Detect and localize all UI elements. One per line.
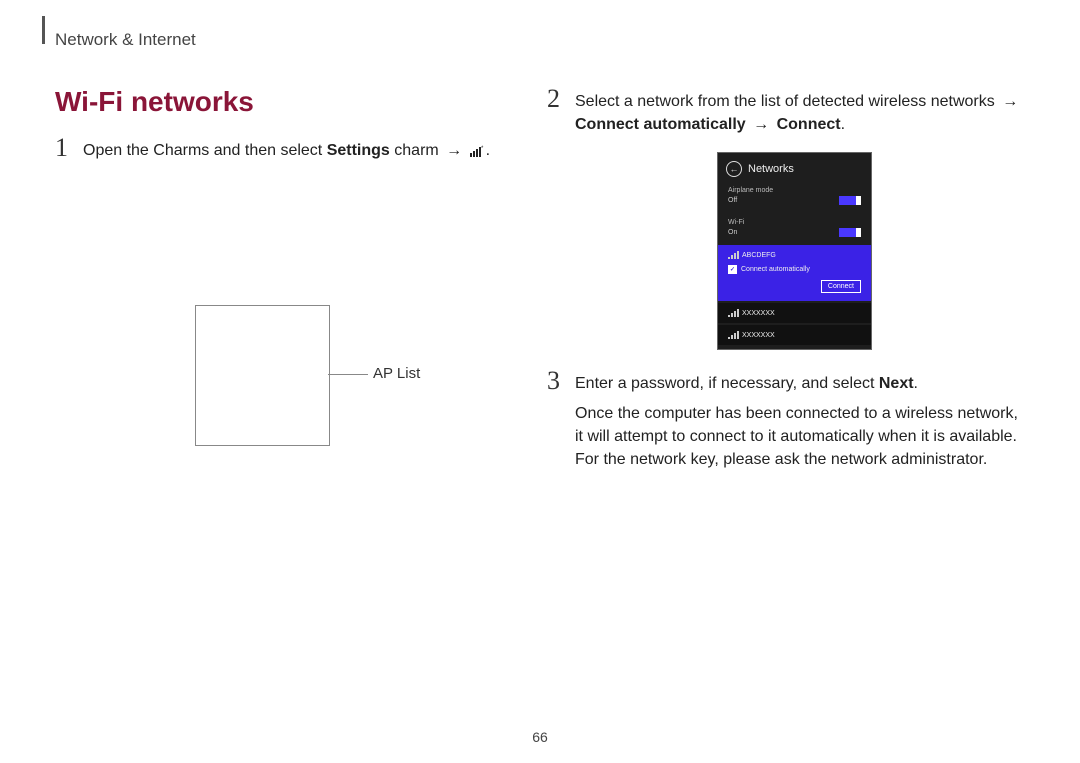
wifi-state: On <box>728 229 737 236</box>
step-number: 3 <box>547 368 575 471</box>
signal-icon <box>728 331 738 339</box>
step-number: 1 <box>55 135 83 164</box>
text: Enter a password, if necessary, and sele… <box>575 375 879 392</box>
networks-panel: ← Networks Airplane mode Off Wi-Fi On <box>717 152 872 350</box>
connect-label: Connect <box>772 116 840 133</box>
wireless-icon: * <box>470 141 486 164</box>
connect-button[interactable]: Connect <box>821 280 861 293</box>
ap-list-box <box>195 305 330 446</box>
network-item[interactable]: XXXXXXX <box>718 325 871 345</box>
back-icon[interactable]: ← <box>726 161 742 177</box>
connect-auto-checkbox[interactable]: ✓ <box>728 265 737 274</box>
networks-panel-title: Networks <box>748 163 794 175</box>
text: . <box>486 142 490 159</box>
signal-icon <box>728 309 738 317</box>
arrow-icon: → <box>443 142 465 159</box>
breadcrumb: Network & Internet <box>55 30 196 50</box>
step-2-text: Select a network from the list of detect… <box>575 86 1027 136</box>
step-3: 3 Enter a password, if necessary, and se… <box>547 368 1027 471</box>
leader-line <box>328 374 368 375</box>
signal-icon <box>728 251 738 259</box>
ap-list-diagram: AP List <box>195 305 330 446</box>
airplane-mode-state: Off <box>728 197 737 204</box>
tab-marker <box>42 16 45 44</box>
selected-network[interactable]: ABCDEFG ✓ Connect automatically Connect <box>718 245 871 301</box>
text: . <box>841 116 845 133</box>
text: Select a network from the list of detect… <box>575 93 999 110</box>
connect-auto-label: Connect automatically <box>575 116 750 133</box>
arrow-icon: → <box>750 116 772 133</box>
connect-auto-checkbox-label: Connect automatically <box>741 266 810 273</box>
step-2: 2 Select a network from the list of dete… <box>547 86 1027 136</box>
settings-charm-label: Settings <box>327 142 390 159</box>
text: charm <box>390 142 443 159</box>
network-name: ABCDEFG <box>742 252 776 259</box>
step-3-text: Enter a password, if necessary, and sele… <box>575 368 1027 471</box>
text: . <box>914 375 918 392</box>
airplane-mode-toggle[interactable] <box>839 196 861 205</box>
step-1-text: Open the Charms and then select Settings… <box>83 135 515 164</box>
wifi-toggle[interactable] <box>839 228 861 237</box>
page-number: 66 <box>0 729 1080 745</box>
airplane-mode-label: Airplane mode <box>728 187 861 194</box>
ap-list-label: AP List <box>373 365 420 382</box>
text: Open the Charms and then select <box>83 142 327 159</box>
step-number: 2 <box>547 86 575 136</box>
network-name: XXXXXXX <box>742 332 775 339</box>
svg-text:*: * <box>481 146 484 152</box>
wifi-label: Wi-Fi <box>728 219 861 226</box>
step-1: 1 Open the Charms and then select Settin… <box>55 135 515 164</box>
section-title: Wi-Fi networks <box>55 86 254 118</box>
network-item[interactable]: XXXXXXX <box>718 303 871 323</box>
arrow-icon: → <box>999 93 1021 110</box>
next-label: Next <box>879 375 914 392</box>
network-name: XXXXXXX <box>742 310 775 317</box>
step-3-paragraph: Once the computer has been connected to … <box>575 402 1027 472</box>
